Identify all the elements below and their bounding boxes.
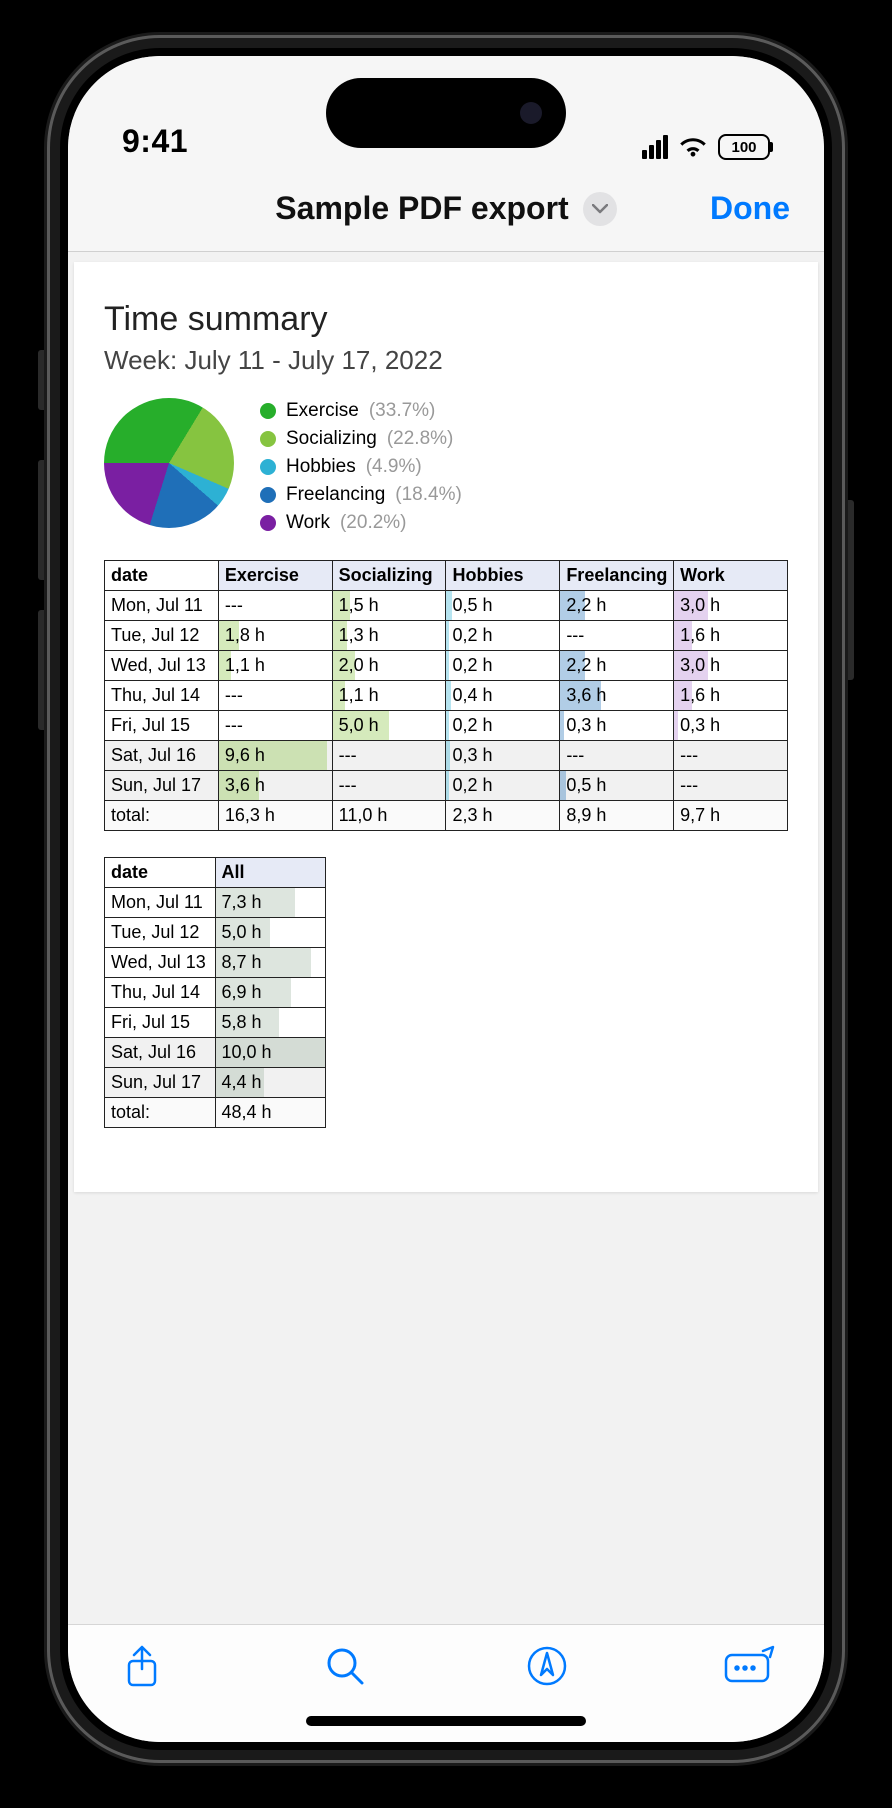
page-title: Time summary: [104, 300, 788, 339]
legend-percent: (33.7%): [369, 400, 436, 422]
table-total-row: total:16,3 h11,0 h2,3 h8,9 h9,7 h: [105, 801, 788, 831]
legend-percent: (22.8%): [387, 428, 454, 450]
legend-percent: (18.4%): [395, 484, 462, 506]
table-row: Fri, Jul 155,8 h: [105, 1008, 326, 1038]
table-header: Work: [674, 561, 788, 591]
detail-table: dateExerciseSocializingHobbiesFreelancin…: [104, 560, 788, 831]
legend-label: Hobbies: [286, 456, 356, 478]
table-header: All: [215, 858, 326, 888]
table-row: Sun, Jul 173,6 h---0,2 h0,5 h---: [105, 771, 788, 801]
form-button[interactable]: [720, 1645, 780, 1685]
legend-label: Exercise: [286, 400, 359, 422]
table-row: Tue, Jul 125,0 h: [105, 918, 326, 948]
cellular-icon: [642, 135, 668, 159]
table-total-row: total:48,4 h: [105, 1098, 326, 1128]
chevron-down-icon[interactable]: [583, 192, 617, 226]
pie-chart: [104, 398, 234, 528]
legend-dot: [260, 487, 276, 503]
legend-dot: [260, 403, 276, 419]
page-subtitle: Week: July 11 - July 17, 2022: [104, 345, 788, 376]
table-row: Mon, Jul 117,3 h: [105, 888, 326, 918]
table-row: Sat, Jul 169,6 h---0,3 h------: [105, 741, 788, 771]
legend-dot: [260, 515, 276, 531]
table-row: Wed, Jul 131,1 h2,0 h0,2 h2,2 h3,0 h: [105, 651, 788, 681]
legend-label: Socializing: [286, 428, 377, 450]
nav-title[interactable]: Sample PDF export: [275, 190, 616, 227]
phone-frame: 9:41 100 Sample PDF export Done: [50, 38, 842, 1760]
summary-table: dateAllMon, Jul 117,3 hTue, Jul 125,0 hW…: [104, 857, 326, 1128]
table-row: Thu, Jul 14---1,1 h0,4 h3,6 h1,6 h: [105, 681, 788, 711]
table-header: date: [105, 858, 216, 888]
legend-label: Freelancing: [286, 484, 385, 506]
table-row: Wed, Jul 138,7 h: [105, 948, 326, 978]
table-row: Mon, Jul 11---1,5 h0,5 h2,2 h3,0 h: [105, 591, 788, 621]
wifi-icon: [678, 136, 708, 158]
table-row: Sun, Jul 174,4 h: [105, 1068, 326, 1098]
table-header: Freelancing: [560, 561, 674, 591]
legend-percent: (20.2%): [340, 512, 407, 534]
nav-bar: Sample PDF export Done: [68, 166, 824, 252]
table-header: Hobbies: [446, 561, 560, 591]
table-row: Thu, Jul 146,9 h: [105, 978, 326, 1008]
legend-dot: [260, 459, 276, 475]
legend-label: Work: [286, 512, 330, 534]
legend-item: Freelancing (18.4%): [260, 484, 462, 506]
legend-item: Hobbies (4.9%): [260, 456, 462, 478]
table-row: Sat, Jul 1610,0 h: [105, 1038, 326, 1068]
share-button[interactable]: [112, 1645, 172, 1689]
table-row: Tue, Jul 121,8 h1,3 h0,2 h---1,6 h: [105, 621, 788, 651]
status-time: 9:41: [122, 123, 188, 160]
document-page: Time summary Week: July 11 - July 17, 20…: [74, 262, 818, 1192]
table-header: Exercise: [218, 561, 332, 591]
document-viewport[interactable]: Time summary Week: July 11 - July 17, 20…: [68, 252, 824, 1624]
legend-item: Socializing (22.8%): [260, 428, 462, 450]
table-header: Socializing: [332, 561, 446, 591]
chart-legend: Exercise (33.7%) Socializing (22.8%) Hob…: [260, 398, 462, 534]
legend-item: Exercise (33.7%): [260, 400, 462, 422]
legend-item: Work (20.2%): [260, 512, 462, 534]
battery-icon: 100: [718, 134, 770, 160]
home-indicator[interactable]: [306, 1716, 586, 1726]
done-button[interactable]: Done: [710, 190, 790, 227]
legend-dot: [260, 431, 276, 447]
markup-button[interactable]: [517, 1645, 577, 1687]
legend-percent: (4.9%): [366, 456, 422, 478]
table-row: Fri, Jul 15---5,0 h0,2 h0,3 h0,3 h: [105, 711, 788, 741]
search-button[interactable]: [315, 1645, 375, 1687]
dynamic-island: [326, 78, 566, 148]
table-header: date: [105, 561, 219, 591]
